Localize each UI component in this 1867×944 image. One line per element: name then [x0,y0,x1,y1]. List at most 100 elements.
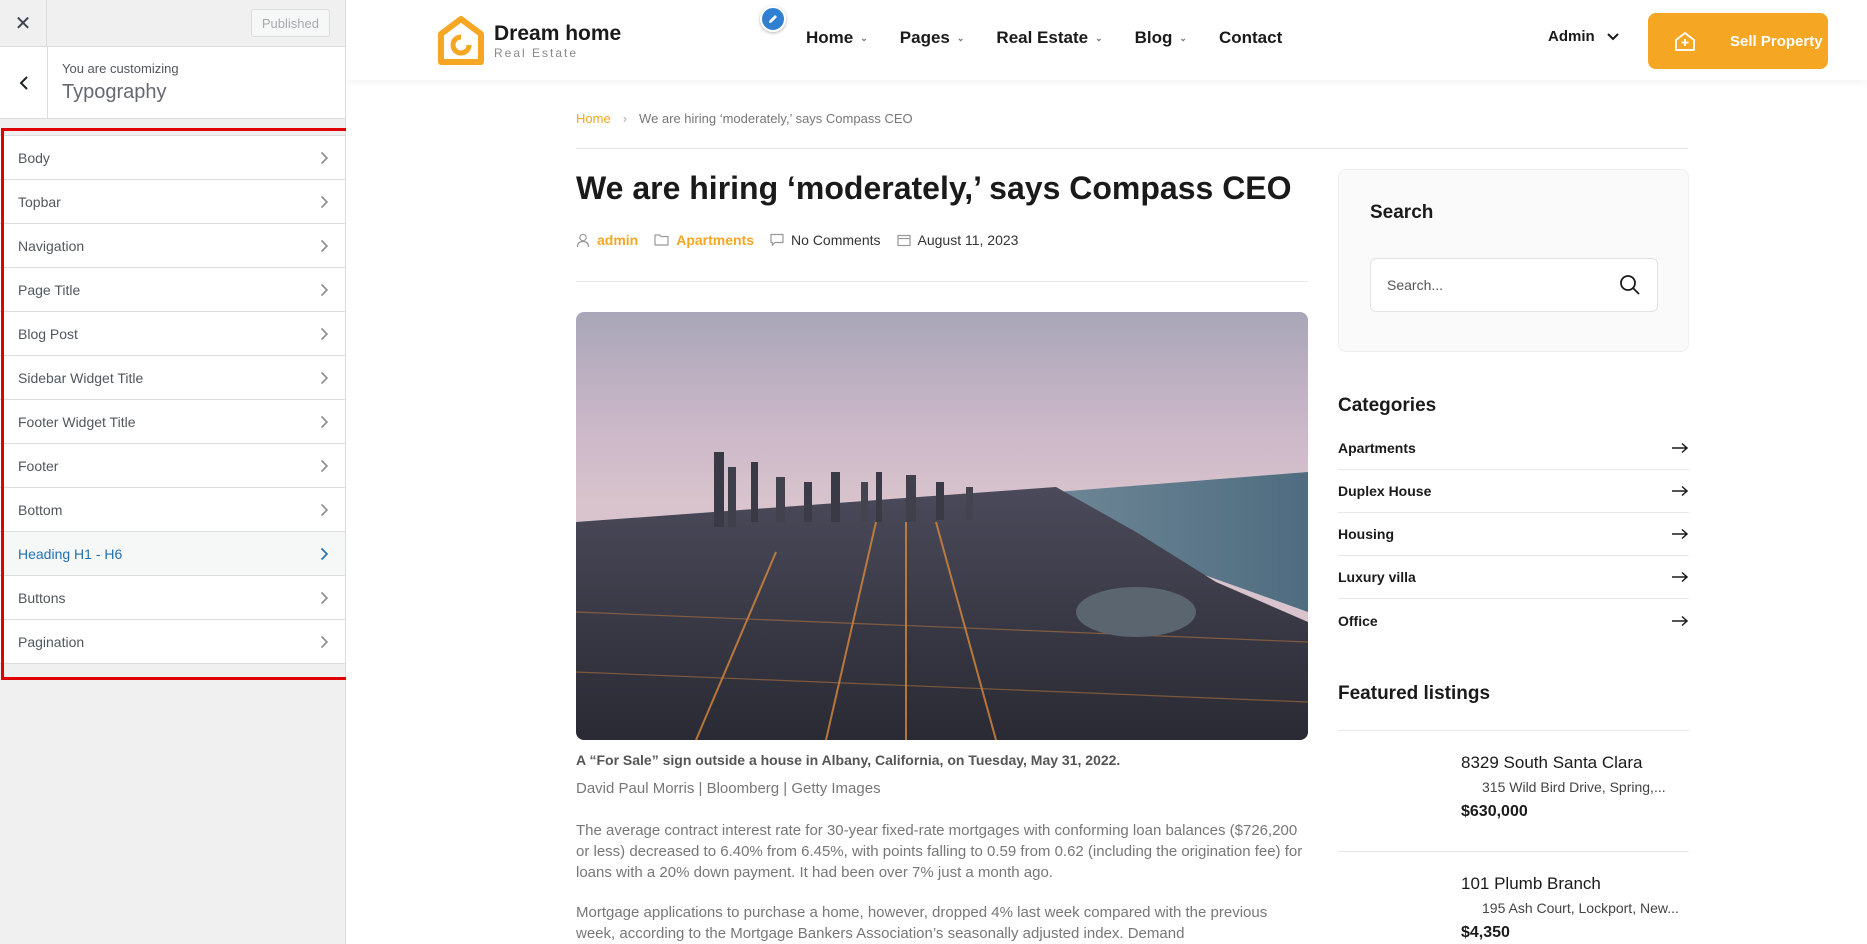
customizer-panel: ✕ Published You are customizing Typograp… [0,0,346,944]
typography-option-footer[interactable]: Footer [0,444,345,488]
chevron-down-icon: ⌄ [956,32,965,43]
category-item[interactable]: Apartments [1338,427,1689,470]
typography-option-page-title[interactable]: Page Title [0,268,345,312]
listing-name[interactable]: 8329 South Santa Clara [1461,753,1701,773]
typography-option-blog-post[interactable]: Blog Post [0,312,345,356]
option-label: Pagination [18,633,85,650]
post-title: We are hiring ‘moderately,’ says Compass… [576,170,1292,206]
chevron-right-icon [320,547,329,560]
close-icon[interactable]: ✕ [0,0,47,47]
typography-option-bottom[interactable]: Bottom [0,488,345,532]
arrow-right-icon [1672,571,1689,583]
option-label: Blog Post [18,325,78,342]
category-item[interactable]: Duplex House [1338,470,1689,513]
logo-title: Dream home [494,22,622,45]
listing-divider [1338,851,1689,852]
option-label: Footer [18,457,59,474]
category-label: Apartments [1338,440,1416,456]
context-label: You are customizing [62,61,179,76]
admin-label: Admin [1548,28,1595,45]
house-logo-icon [438,16,484,65]
category-label: Luxury villa [1338,569,1416,585]
listing-address: 315 Wild Bird Drive, Spring,... [1482,779,1666,795]
featured-divider [1338,730,1689,731]
sell-property-button[interactable]: Sell Property [1648,13,1828,69]
typography-options-list: Body Topbar Navigation Page Title Blog Post S… [0,135,345,664]
chevron-right-icon [320,415,329,428]
calendar-icon [896,234,911,247]
chevron-down-icon: ⌄ [1179,32,1187,43]
listing-price: $4,350 [1461,924,1510,941]
typography-option-heading-h1-h6[interactable]: Heading H1 - H6 [0,532,345,576]
post-meta: admin Apartments No Comments August 11, … [576,232,1308,282]
arrow-right-icon [1672,442,1689,454]
listing-item[interactable]: 8329 South Santa Clara 315 Wild Bird Dri… [1461,753,1701,821]
chevron-right-icon [320,327,329,340]
post-category-link[interactable]: Apartments [676,232,754,248]
breadcrumb-home-link[interactable]: Home [576,111,611,148]
chevron-right-icon [320,195,329,208]
category-item[interactable]: Office [1338,599,1689,642]
site-header: Dream home Real Estate Home ⌄ Pages ⌄ Real E… [346,0,1867,80]
post-author-link[interactable]: admin [597,232,638,248]
post-paragraph-2: Mortgage applications to purchase a home… [576,904,1268,942]
site-preview: Dream home Real Estate Home ⌄ Pages ⌄ Real E… [346,0,1867,944]
arrow-right-icon [1672,615,1689,626]
option-label: Bottom [18,501,63,518]
chevron-right-icon [320,151,329,164]
section-info-text: You are customizing Typography [48,47,179,118]
search-placeholder: Search... [1387,277,1444,293]
post-paragraph-1: The average contract interest rate for 3… [576,822,1303,881]
chevron-left-icon [19,76,28,90]
site-logo[interactable]: Dream home Real Estate [438,16,621,66]
sell-property-label: Sell Property [1730,32,1823,50]
image-caption: A “For Sale” sign outside a house in Alb… [576,752,1121,768]
arrow-right-icon [1672,528,1689,540]
logo-subtitle: Real Estate [494,46,579,60]
listing-item[interactable]: 101 Plumb Branch 195 Ash Court, Lockport… [1461,874,1701,942]
customizer-header: ✕ Published [0,0,345,47]
option-label: Navigation [18,237,85,254]
chevron-right-icon [320,459,329,472]
post-date: August 11, 2023 [917,232,1019,248]
nav-item-label: Blog [1134,28,1173,47]
chevron-right-icon [320,503,329,516]
chevron-down-icon: ⌄ [1095,32,1103,43]
search-widget: Search Search... [1338,169,1689,352]
section-title: Typography [62,81,167,103]
option-label: Footer Widget Title [18,413,136,430]
search-input[interactable]: Search... [1370,258,1658,312]
nav-item-label: Pages [899,28,950,47]
categories-title: Categories [1338,395,1437,416]
typography-option-body[interactable]: Body [0,136,345,180]
nav-item-contact[interactable]: Contact [1219,28,1282,48]
publish-button[interactable]: Published [250,9,330,37]
admin-menu[interactable]: Admin [1548,28,1619,45]
comment-icon [770,233,784,247]
typography-option-buttons[interactable]: Buttons [0,576,345,620]
nav-item-home[interactable]: Home ⌄ [806,28,868,48]
typography-option-pagination[interactable]: Pagination [0,620,345,664]
breadcrumb-separator: › [622,111,628,126]
category-item[interactable]: Luxury villa [1338,556,1689,599]
typography-option-topbar[interactable]: Topbar [0,180,345,224]
nav-item-real-estate[interactable]: Real Estate ⌄ [996,28,1102,48]
image-credit: David Paul Morris | Bloomberg | Getty Im… [576,780,881,797]
search-icon[interactable] [1619,274,1641,296]
chevron-right-icon [320,283,329,296]
edit-shortcut-icon[interactable] [760,6,786,32]
listing-name[interactable]: 101 Plumb Branch [1461,874,1701,894]
option-label: Heading H1 - H6 [18,545,123,562]
post-comments-link[interactable]: No Comments [791,232,880,248]
nav-item-pages[interactable]: Pages ⌄ [900,28,965,48]
typography-option-footer-widget-title[interactable]: Footer Widget Title [0,400,345,444]
chevron-down-icon [1606,32,1619,40]
nav-item-blog[interactable]: Blog ⌄ [1135,28,1187,48]
arrow-right-icon [1672,485,1689,497]
category-item[interactable]: Housing [1338,513,1689,556]
typography-option-sidebar-widget-title[interactable]: Sidebar Widget Title [0,356,345,400]
back-button[interactable] [0,47,48,119]
typography-option-navigation[interactable]: Navigation [0,224,345,268]
house-plus-icon [1675,32,1695,51]
categories-list: Apartments Duplex House Housing Luxury vill… [1338,427,1689,642]
